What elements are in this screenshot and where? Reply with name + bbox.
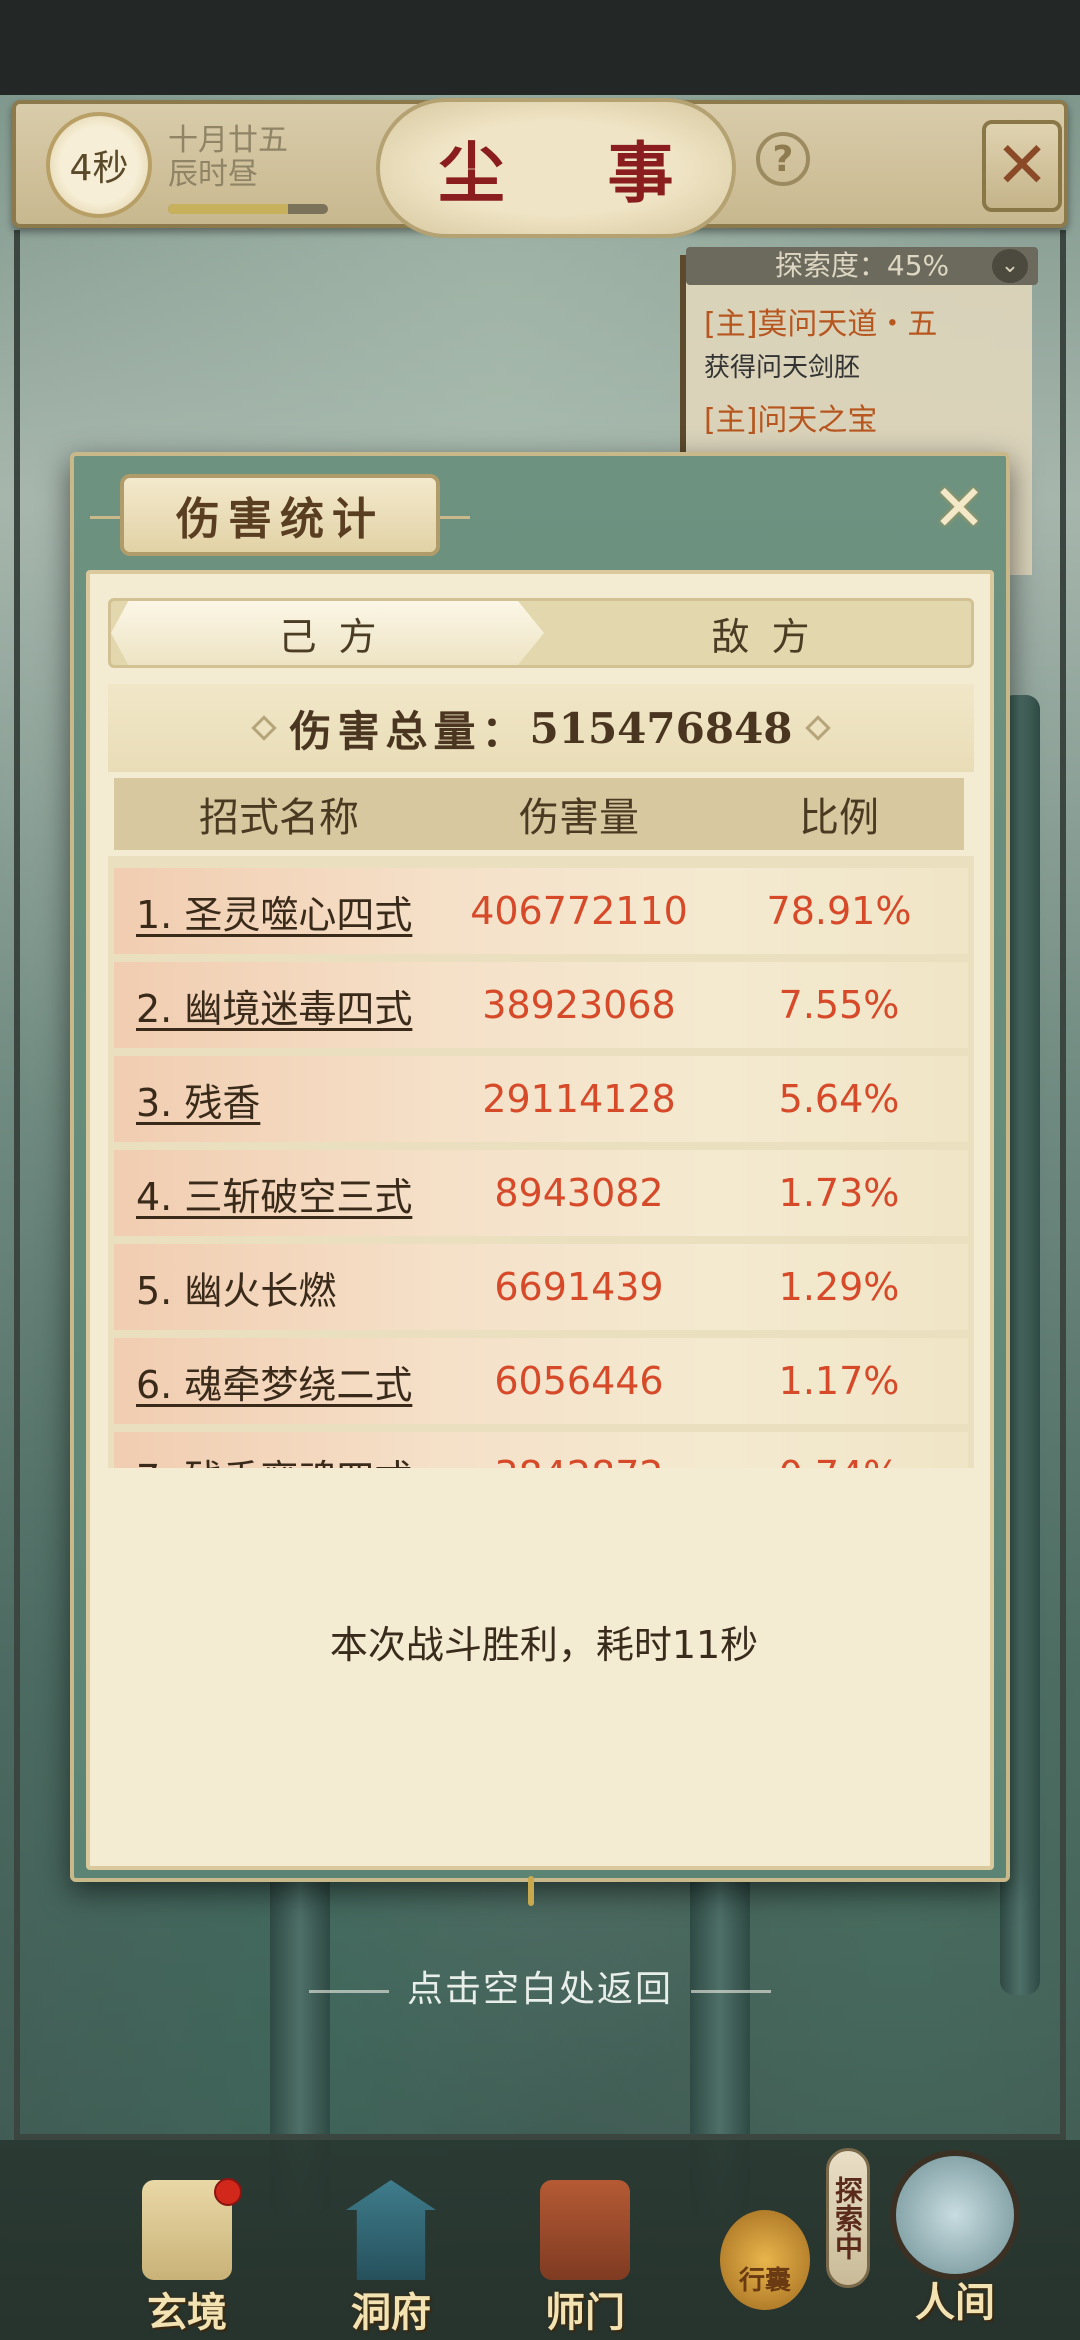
nav-item-shimen[interactable]: 师门 xyxy=(510,2180,660,2340)
damage-ratio: 0.74% xyxy=(714,1453,964,1468)
quest-main-title[interactable]: [主]莫问天道・五 xyxy=(704,299,937,343)
side-tabs: 己方 敌方 xyxy=(108,598,974,668)
damage-table[interactable]: 1. 圣灵噬心四式 406772110 78.91% 2. 幽境迷毒四式 3892306… xyxy=(108,856,974,1468)
time-progress-fill xyxy=(168,204,288,214)
skill-name[interactable]: 5. 幽火长燃 xyxy=(114,1260,444,1315)
damage-ratio: 78.91% xyxy=(766,889,912,933)
nav-label: 行囊 xyxy=(738,2266,791,2296)
nav-item-xingnang[interactable]: 行囊 xyxy=(690,2180,840,2340)
modal-tassel xyxy=(528,1876,534,1906)
table-row[interactable]: 5. 幽火长燃 6691439 1.29% xyxy=(114,1244,968,1330)
diamond-ornament-icon xyxy=(251,715,278,741)
damage-value: 29114128 xyxy=(482,1077,676,1121)
timer-badge: 4秒 xyxy=(46,112,152,218)
tab-self[interactable]: 己方 xyxy=(111,601,544,665)
nav-label: 玄境 xyxy=(147,2289,227,2336)
question-icon[interactable]: ? xyxy=(756,132,810,186)
exploration-progress: 探索度：45% xyxy=(686,247,1038,285)
diamond-ornament-icon xyxy=(804,715,831,741)
total-damage-row: 伤害总量： 515476848 xyxy=(108,684,974,772)
nav-label: 人间 xyxy=(915,2279,995,2326)
skill-name[interactable]: 7. 残香离魂四式 xyxy=(114,1448,444,1469)
table-row[interactable]: 4. 三斩破空三式 8943082 1.73% xyxy=(114,1150,968,1236)
damage-value: 6691439 xyxy=(494,1265,664,1309)
damage-ratio: 1.17% xyxy=(778,1359,900,1403)
notification-badge xyxy=(214,2178,242,2206)
pavilion-icon xyxy=(346,2180,436,2280)
skill-name[interactable]: 1. 圣灵噬心四式 xyxy=(114,884,444,939)
page-title: 尘 事 xyxy=(376,98,736,238)
nav-label: 洞府 xyxy=(351,2289,431,2336)
damage-ratio: 1.29% xyxy=(778,1265,900,1309)
game-time: 辰时昼 xyxy=(168,157,258,192)
table-row[interactable]: 3. 残香 29114128 5.64% xyxy=(114,1056,968,1142)
table-row[interactable]: 2. 幽境迷毒四式 38923068 7.55% xyxy=(114,962,968,1048)
damage-value: 8943082 xyxy=(494,1171,664,1215)
skill-name[interactable]: 6. 魂牵梦绕二式 xyxy=(114,1354,444,1409)
tap-to-return-hint[interactable]: 点击空白处返回 xyxy=(0,1960,1080,2012)
modal-content: 己方 敌方 伤害总量： 515476848 招式名称 伤害量 比例 1. 圣灵噬… xyxy=(86,570,994,1870)
damage-value: 406772110 xyxy=(470,889,688,933)
skill-name[interactable]: 3. 残香 xyxy=(114,1072,444,1127)
tab-enemy[interactable]: 敌方 xyxy=(544,601,977,665)
quest-main-subtitle: 获得问天剑胚 xyxy=(704,353,861,383)
battle-result: 本次战斗胜利，耗时11秒 xyxy=(329,1623,759,1667)
column-header-damage: 伤害量 xyxy=(519,795,639,841)
damage-value: 38923068 xyxy=(482,983,676,1027)
damage-ratio: 5.64% xyxy=(778,1077,900,1121)
nav-item-dongfu[interactable]: 洞府 xyxy=(316,2180,466,2340)
modal-title: 伤害统计 xyxy=(90,474,470,556)
status-bar-area xyxy=(0,0,1080,95)
bottom-nav: 玄境 洞府 师门 行囊 人间 xyxy=(0,2140,1080,2340)
exploring-tag: 探索中 xyxy=(826,2148,870,2288)
column-header-ratio: 比例 xyxy=(799,795,879,841)
table-row[interactable]: 1. 圣灵噬心四式 406772110 78.91% xyxy=(114,868,968,954)
total-damage-value: 515476848 xyxy=(529,703,793,753)
game-date: 十月廿五 xyxy=(168,123,288,158)
quest-secondary-title[interactable]: [主]问天之宝 xyxy=(704,395,877,439)
skill-name[interactable]: 4. 三斩破空三式 xyxy=(114,1166,444,1221)
column-header-skill: 招式名称 xyxy=(199,795,359,841)
time-progress-bar xyxy=(168,204,328,214)
damage-value: 3842872 xyxy=(444,1453,714,1468)
close-icon[interactable]: ✕ xyxy=(982,120,1062,212)
total-damage-label: 伤害总量： xyxy=(289,706,530,756)
damage-stats-modal: 伤害统计 ✕ 己方 敌方 伤害总量： 515476848 招式名称 伤害量 比例… xyxy=(70,452,1010,1906)
nav-item-renjian[interactable]: 人间 xyxy=(880,2150,1030,2326)
tap-return-label: 点击空白处返回 xyxy=(406,1969,673,2010)
top-header: 4秒 十月廿五 辰时昼 尘 事 ? ✕ xyxy=(12,98,1068,238)
chevron-down-icon[interactable]: ⌄ xyxy=(992,249,1028,283)
table-row[interactable]: 6. 魂牵梦绕二式 6056446 1.17% xyxy=(114,1338,968,1424)
nav-item-xuanjing[interactable]: 玄境 xyxy=(112,2178,262,2340)
nav-label: 师门 xyxy=(545,2289,625,2336)
damage-ratio: 7.55% xyxy=(778,983,900,1027)
table-row[interactable]: 7. 残香离魂四式38428720.74% xyxy=(114,1432,968,1468)
damage-ratio: 1.73% xyxy=(778,1171,900,1215)
close-icon[interactable]: ✕ xyxy=(924,474,994,544)
table-header: 招式名称 伤害量 比例 xyxy=(114,778,964,850)
skill-name[interactable]: 2. 幽境迷毒四式 xyxy=(114,978,444,1033)
world-icon xyxy=(890,2150,1020,2280)
damage-value: 6056446 xyxy=(494,1359,664,1403)
banner-icon xyxy=(540,2180,630,2280)
